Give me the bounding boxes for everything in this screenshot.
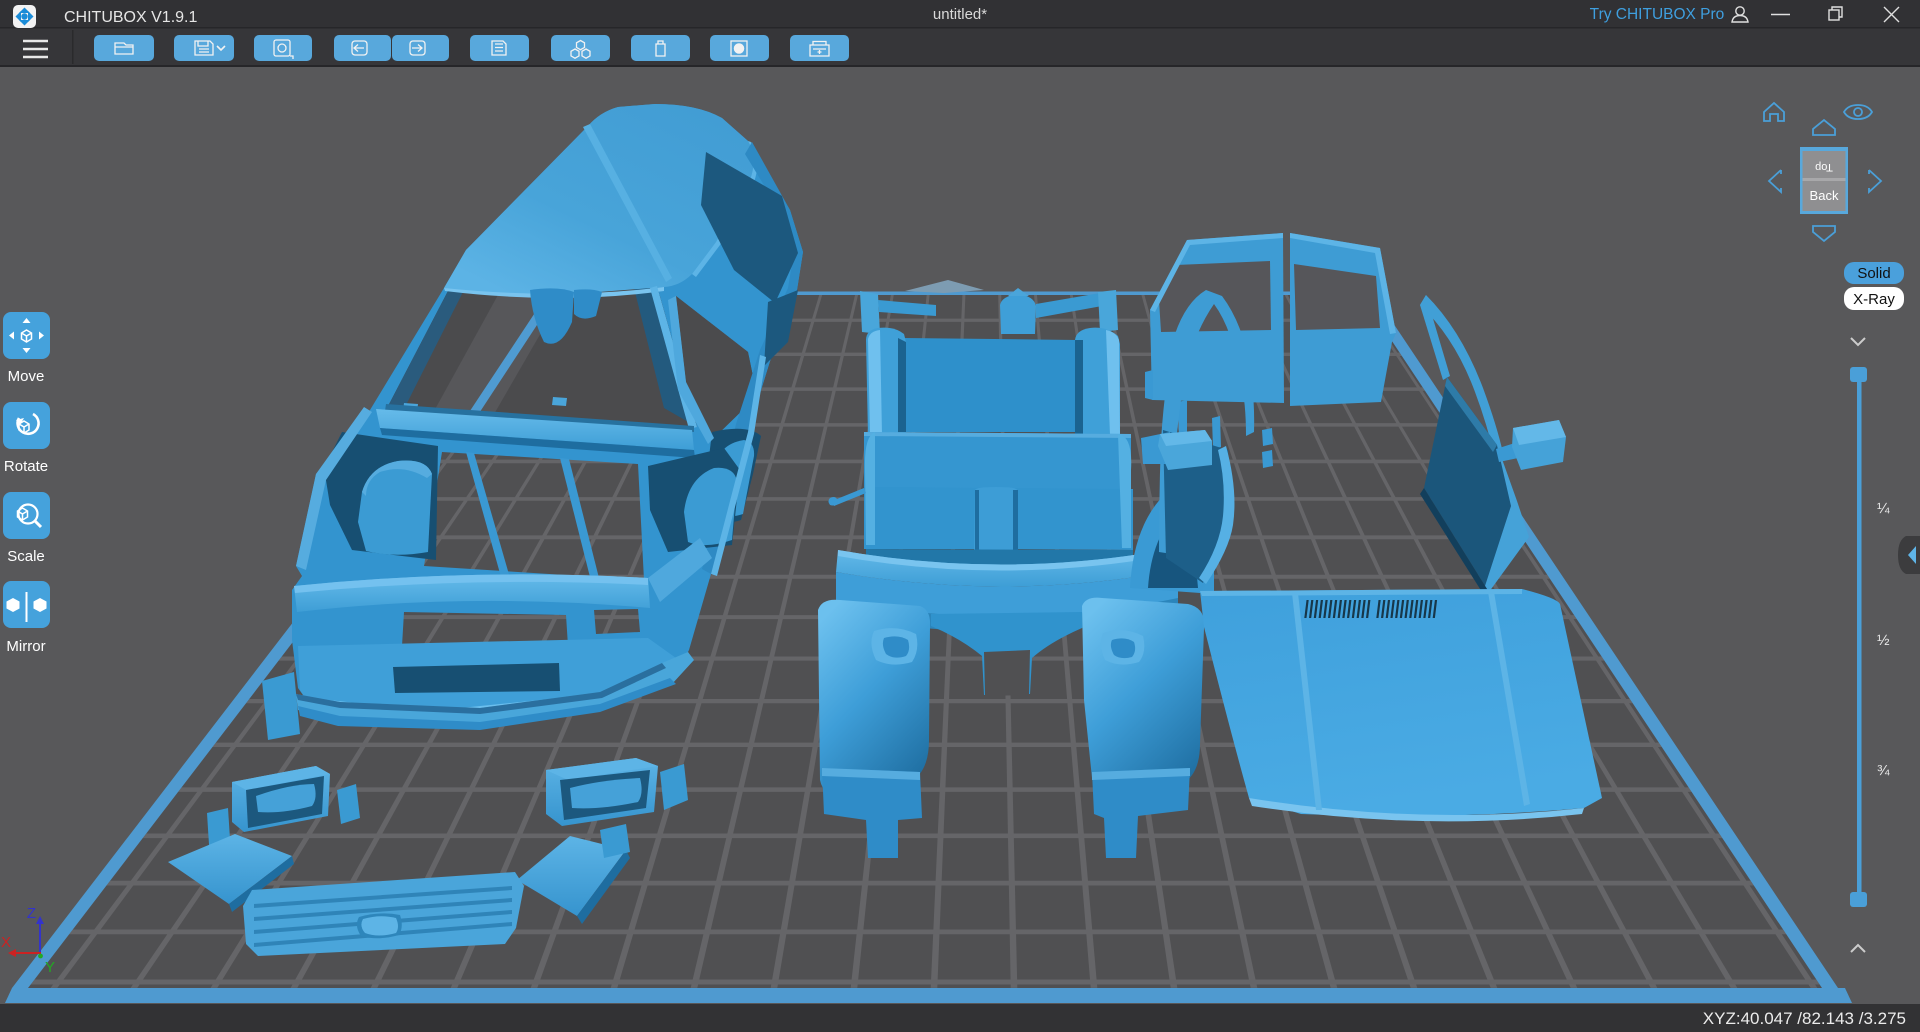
svg-text:Z: Z bbox=[27, 905, 36, 922]
svg-text:X-Ray: X-Ray bbox=[1853, 291, 1895, 308]
svg-text:Try CHITUBOX Pro: Try CHITUBOX Pro bbox=[1590, 6, 1725, 23]
svg-text:¾: ¾ bbox=[1877, 762, 1890, 779]
svg-text:Rotate: Rotate bbox=[4, 458, 48, 475]
svg-text:untitled*: untitled* bbox=[933, 6, 987, 23]
svg-text:Top: Top bbox=[1815, 161, 1833, 173]
svg-text:CHITUBOX V1.9.1: CHITUBOX V1.9.1 bbox=[64, 9, 197, 26]
svg-text:Solid: Solid bbox=[1857, 265, 1890, 282]
svg-text:Back: Back bbox=[1810, 188, 1839, 203]
svg-text:X: X bbox=[1, 934, 11, 951]
svg-text:¼: ¼ bbox=[1877, 500, 1890, 517]
svg-text:½: ½ bbox=[1877, 632, 1890, 649]
svg-text:Y: Y bbox=[45, 959, 55, 976]
svg-text:Scale: Scale bbox=[7, 548, 45, 565]
svg-text:Move: Move bbox=[8, 368, 45, 385]
svg-text:Mirror: Mirror bbox=[6, 638, 45, 655]
svg-text:XYZ:40.047 /82.143 /3.275: XYZ:40.047 /82.143 /3.275 bbox=[1703, 1009, 1906, 1028]
